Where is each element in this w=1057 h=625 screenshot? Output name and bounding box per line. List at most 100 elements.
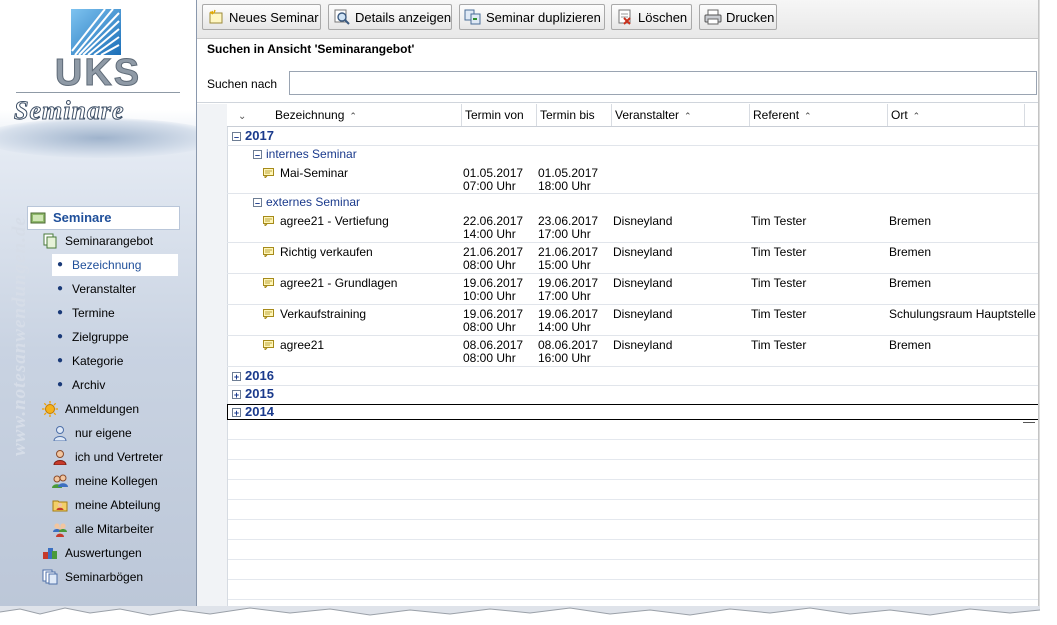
sidebar-item-label: Termine	[72, 306, 115, 320]
cell-termin-von-date: 08.06.2017	[463, 338, 524, 352]
printer-icon	[704, 9, 722, 25]
column-header-ort[interactable]: Ort ⌃	[888, 104, 1025, 126]
print-button[interactable]: Drucken	[699, 4, 777, 30]
cell-bezeichnung: agree21 - Vertiefung	[280, 214, 389, 228]
table-row[interactable]: Richtig verkaufen 21.06.2017 08:00 Uhr 21.0…	[227, 242, 1040, 274]
cell-termin-bis-time: 14:00 Uhr	[538, 320, 591, 334]
cell-termin-bis: 01.05.2017 18:00 Uhr	[538, 167, 598, 193]
cubes-icon	[43, 548, 57, 559]
group-externes-seminar[interactable]: – externes Seminar	[253, 193, 360, 211]
table-row[interactable]: agree21 08.06.2017 08:00 Uhr 08.06.2017 16:0…	[227, 335, 1040, 367]
column-header-referent[interactable]: Referent ⌃	[750, 104, 888, 126]
nav-root-label: Seminare	[53, 210, 112, 225]
sidebar-item-label: Anmeldungen	[65, 402, 140, 416]
users-icon	[52, 474, 68, 488]
column-header-termin-von[interactable]: Termin von	[462, 104, 537, 126]
sort-asc-icon: ⌃	[912, 111, 921, 121]
cell-termin-bis: 08.06.2017 16:00 Uhr	[538, 339, 598, 365]
details-button[interactable]: Details anzeigen	[328, 4, 452, 30]
cell-termin-von-time: 08:00 Uhr	[463, 351, 516, 365]
sidebar-item-label: Seminarbögen	[65, 570, 144, 584]
sidebar-item-meine-abteilung[interactable]: meine Abteilung	[52, 494, 160, 516]
group-year-2014[interactable]: +2014	[232, 403, 274, 421]
cell-termin-von-date: 01.05.2017	[463, 166, 524, 180]
nav-root-seminare[interactable]: Seminare	[27, 206, 180, 230]
sidebar-item-auswertungen[interactable]: Auswertungen	[42, 542, 142, 564]
document-icon	[43, 233, 57, 249]
cell-termin-bis: 21.06.2017 15:00 Uhr	[538, 246, 598, 272]
focused-row[interactable]	[227, 404, 1040, 420]
sidebar-item-label: nur eigene	[75, 426, 132, 440]
table-row[interactable]: agree21 - Grundlagen 19.06.2017 10:00 Uhr 1…	[227, 273, 1040, 305]
new-seminar-button[interactable]: Neues Seminar	[202, 4, 321, 30]
cell-termin-bis-date: 19.06.2017	[538, 276, 599, 290]
table-row[interactable]: Mai-Seminar 01.05.2017 07:00 Uhr 01.05.2017…	[227, 163, 1040, 194]
sidebar-item-nur-eigene[interactable]: nur eigene	[52, 422, 132, 444]
cell-ort: Bremen	[889, 214, 932, 228]
cell-bezeichnung: agree21	[280, 338, 325, 352]
sidebar-item-kategorie[interactable]: ● Kategorie	[52, 350, 123, 372]
sidebar-item-label: ich und Vertreter	[75, 450, 164, 464]
sidebar-item-archiv[interactable]: ● Archiv	[52, 374, 105, 396]
seminar-grid[interactable]: ⌄ Bezeichnung ⌃ Termin von Termin bis Ver…	[197, 104, 1040, 610]
view-title: Suchen in Ansicht 'Seminarangebot'	[207, 42, 415, 56]
cell-termin-bis-time: 15:00 Uhr	[538, 258, 591, 272]
column-expand-toggle[interactable]: ⌄	[227, 104, 272, 126]
collapse-icon[interactable]: –	[253, 150, 262, 160]
row-divider	[227, 385, 1040, 386]
sidebar-item-label: alle Mitarbeiter	[75, 522, 154, 536]
delete-button[interactable]: Löschen	[611, 4, 692, 30]
sidebar-item-label: Zielgruppe	[72, 330, 129, 344]
expand-icon[interactable]: +	[232, 390, 241, 400]
toolbar: Neues Seminar Details anzeigen Seminar d…	[197, 0, 1040, 39]
sidebar-item-meine-kollegen[interactable]: meine Kollegen	[52, 470, 158, 492]
sidebar-item-termine[interactable]: ● Termine	[52, 302, 115, 324]
cell-termin-bis-date: 01.05.2017	[538, 166, 599, 180]
sort-asc-icon: ⌃	[804, 111, 812, 121]
collapse-icon[interactable]: –	[253, 198, 262, 208]
sidebar-item-bezeichnung[interactable]: ● Bezeichnung	[52, 254, 178, 276]
cell-termin-von-date: 22.06.2017	[463, 214, 524, 228]
sidebar-item-veranstalter[interactable]: ● Veranstalter	[52, 278, 136, 300]
group-icon	[53, 523, 67, 537]
expand-icon[interactable]: +	[232, 408, 241, 418]
cell-referent: Tim Tester	[751, 307, 807, 321]
collapse-icon[interactable]: –	[232, 132, 241, 142]
note-icon	[263, 340, 274, 350]
sidebar-item-anmeldungen[interactable]: Anmeldungen	[42, 398, 139, 420]
group-internes-seminar[interactable]: – internes Seminar	[253, 145, 357, 163]
group-year-2017[interactable]: –2017	[232, 127, 274, 145]
expand-icon[interactable]: +	[232, 372, 241, 382]
sidebar-item-ich-und-vertreter[interactable]: ich und Vertreter	[52, 446, 163, 468]
table-row[interactable]: Verkaufstraining 19.06.2017 08:00 Uhr 19.06…	[227, 304, 1040, 336]
search-input[interactable]	[289, 71, 1037, 95]
user-red-icon	[53, 450, 67, 465]
cell-bezeichnung: agree21 - Grundlagen	[280, 276, 398, 290]
group-year-2015[interactable]: +2015	[232, 385, 274, 403]
sunburst-logo-icon	[71, 9, 121, 55]
cell-ort: Schulungsraum Hauptstelle	[889, 307, 1036, 321]
column-header-bezeichnung[interactable]: Bezeichnung ⌃	[272, 104, 462, 126]
group-year-2016[interactable]: +2016	[232, 367, 274, 385]
duplicate-button[interactable]: Seminar duplizieren	[459, 4, 605, 30]
cell-termin-bis-date: 23.06.2017	[538, 214, 599, 228]
column-header-termin-bis[interactable]: Termin bis	[537, 104, 612, 126]
sidebar-item-label: Veranstalter	[72, 282, 137, 296]
cell-termin-bis-time: 18:00 Uhr	[538, 179, 591, 193]
cell-veranstalter: Disneyland	[613, 214, 673, 228]
sidebar-item-seminarangebot[interactable]: Seminarangebot	[42, 230, 153, 252]
table-row[interactable]: agree21 - Vertiefung 22.06.2017 14:00 Uhr 2…	[227, 211, 1040, 243]
cell-bezeichnung: Mai-Seminar	[280, 166, 349, 180]
cell-termin-bis: 19.06.2017 17:00 Uhr	[538, 277, 598, 303]
cell-termin-von: 19.06.2017 10:00 Uhr	[463, 277, 523, 303]
column-header-veranstalter[interactable]: Veranstalter ⌃	[612, 104, 750, 126]
sort-asc-icon: ⌃	[684, 111, 692, 121]
sidebar-item-alle-mitarbeiter[interactable]: alle Mitarbeiter	[52, 518, 154, 540]
cell-ort: Bremen	[889, 338, 932, 352]
note-icon	[263, 309, 274, 319]
brand-text: UKS	[54, 52, 142, 94]
sidebar-item-seminarboegen[interactable]: Seminarbögen	[42, 566, 143, 588]
sidebar-item-zielgruppe[interactable]: ● Zielgruppe	[52, 326, 129, 348]
user-icon	[53, 426, 67, 441]
cell-referent: Tim Tester	[751, 276, 807, 290]
